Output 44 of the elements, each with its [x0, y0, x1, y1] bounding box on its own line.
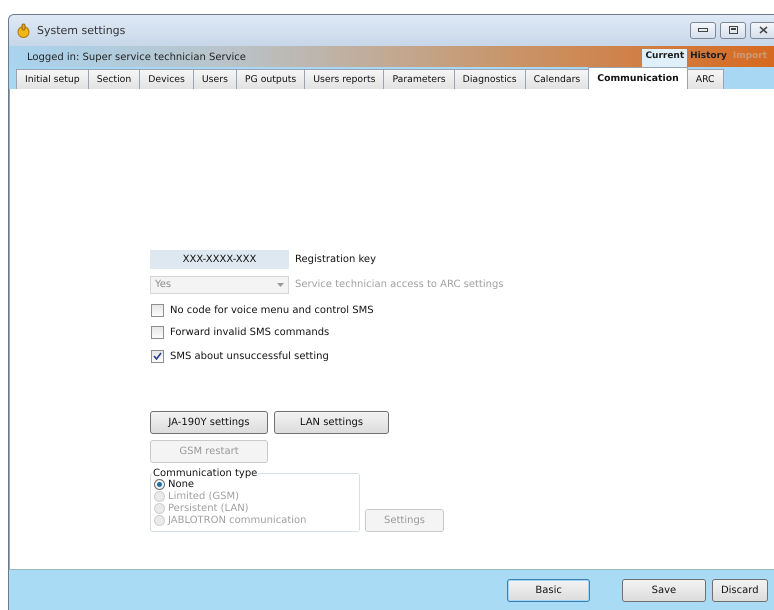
- settings-tab[interactable]: Parameters: [383, 68, 455, 89]
- close-icon: [758, 26, 768, 34]
- login-status: Logged in: Super service technician Service: [26, 52, 247, 65]
- radio-label: Persistent (LAN): [168, 503, 249, 514]
- close-button[interactable]: [750, 22, 774, 39]
- settings-tab[interactable]: Users reports: [304, 68, 384, 89]
- settings-tab[interactable]: Section: [88, 68, 140, 89]
- settings-tab[interactable]: Initial setup: [16, 68, 89, 89]
- window-title: System settings: [37, 24, 126, 37]
- settings-tab[interactable]: Devices: [139, 68, 194, 89]
- checkbox-label: SMS about unsuccessful setting: [170, 350, 329, 362]
- app-icon: [16, 22, 31, 38]
- maximize-icon: [728, 26, 738, 34]
- field-label: Service technician access to ARC settings: [295, 279, 504, 290]
- settings-tab[interactable]: Users: [192, 68, 237, 89]
- radio-button[interactable]: [154, 479, 165, 490]
- dropdown-arrow-icon: [277, 282, 284, 287]
- settings-tab[interactable]: Calendars: [524, 68, 590, 89]
- field-label: Registration key: [295, 254, 376, 265]
- radio-label: None: [168, 479, 194, 490]
- settings-tab[interactable]: Communication: [588, 66, 688, 89]
- group-title: Communication type: [152, 468, 258, 479]
- maximize-button[interactable]: [720, 22, 746, 39]
- settings-button[interactable]: LAN settings: [274, 410, 389, 434]
- checkbox[interactable]: [151, 304, 164, 317]
- minimize-icon: [698, 27, 708, 34]
- minimize-button[interactable]: [690, 22, 716, 39]
- radio-label: JABLOTRON communication: [168, 515, 306, 526]
- footer-button[interactable]: Save: [622, 578, 706, 602]
- mode-tab[interactable]: Current: [642, 48, 688, 67]
- footer-button[interactable]: Discard: [712, 578, 768, 602]
- settings-tab[interactable]: Diagnostics: [454, 68, 526, 89]
- settings-button[interactable]: JA-190Y settings: [150, 410, 268, 434]
- checkbox[interactable]: [151, 350, 164, 363]
- radio-label: Limited (GSM): [168, 491, 239, 502]
- checkbox[interactable]: [151, 326, 164, 339]
- registration-key-field[interactable]: XXX-XXXX-XXX: [150, 250, 289, 269]
- settings-tab[interactable]: ARC: [686, 68, 724, 89]
- mode-tab[interactable]: History: [687, 48, 730, 67]
- checkmark-icon: [153, 352, 162, 360]
- footer-button[interactable]: Basic: [507, 578, 590, 602]
- checkbox-label: Forward invalid SMS commands: [170, 326, 330, 338]
- checkbox-label: No code for voice menu and control SMS: [170, 304, 374, 316]
- settings-tab[interactable]: PG outputs: [236, 68, 306, 89]
